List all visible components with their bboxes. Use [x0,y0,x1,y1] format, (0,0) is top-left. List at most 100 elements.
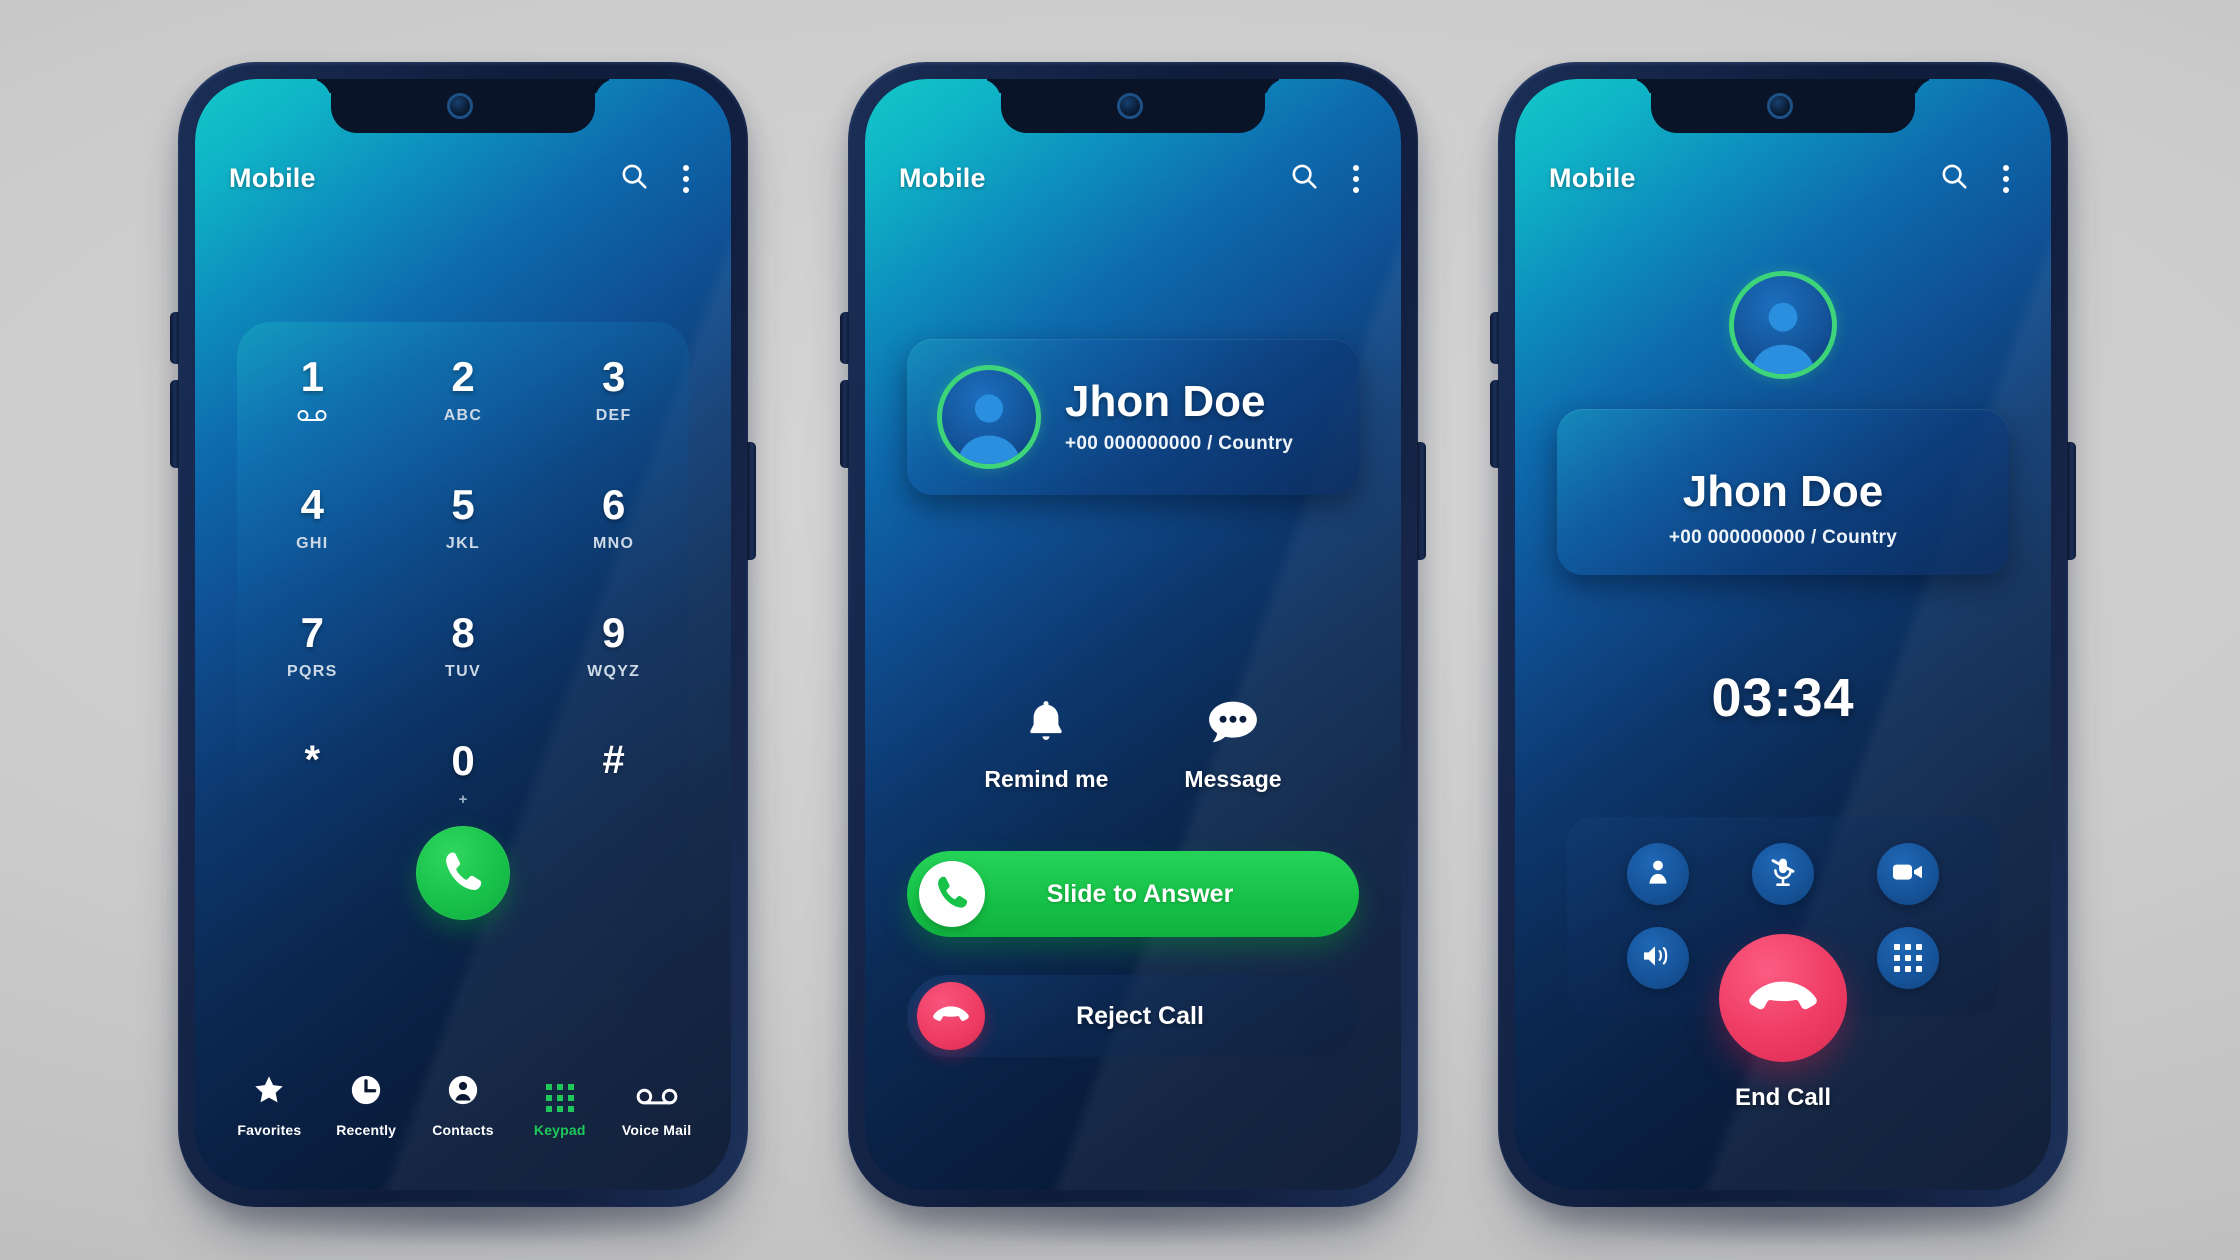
volume-up-button[interactable] [1490,312,1499,364]
tab-label: Keypad [533,1122,586,1138]
person-circle-icon [446,1073,480,1112]
keypad-dots-icon [545,1084,574,1112]
page-title: Mobile [1549,163,1636,193]
end-call-button[interactable] [1719,934,1847,1062]
dial-key-digit: 6 [601,481,626,528]
dial-key-6[interactable]: 6 MNO [538,468,689,596]
dial-key-4[interactable]: 4 GHI [237,468,388,596]
phone-handset-icon [440,848,486,899]
power-button[interactable] [1417,442,1426,560]
dial-key-8[interactable]: 8 TUV [388,596,539,724]
dial-key-digit: 7 [300,609,324,656]
search-icon[interactable] [1289,161,1319,196]
person-avatar-icon [1750,302,1816,374]
tab-label: Favorites [237,1122,302,1138]
caller-number: +00 000000000 / Country [1065,432,1294,454]
tab-recently[interactable]: Recently [318,1073,415,1138]
voicemail-icon [297,409,327,427]
dial-key-9[interactable]: 9 WQYZ [538,596,689,724]
reject-call-button[interactable]: Reject Call [907,975,1359,1057]
answer-label: Slide to Answer [1046,879,1234,908]
tab-voice-mail[interactable]: Voice Mail [608,1087,705,1138]
header-actions [1939,161,2017,196]
caller-card: Jhon Doe +00 000000000 / Country [1557,409,2009,575]
dialpad-panel: 1 2 ABC 3 DEF 4 GHI 5 JKL 6 MNO 7 PQRS 8… [237,322,689,982]
answer-knob[interactable] [919,861,985,927]
search-icon[interactable] [1939,161,1969,196]
header-actions [1289,161,1367,196]
front-camera-icon [447,93,473,119]
dial-key-1[interactable]: 1 [237,340,388,468]
dial-key-letters: JKL [445,535,481,552]
active-call-screen: Mobile Jhon Doe +00 000000000 / Country … [1515,79,2051,1190]
video-call-button[interactable] [1877,843,1940,905]
dial-key-hash[interactable]: # [538,724,689,852]
tab-contacts[interactable]: Contacts [415,1073,512,1138]
tab-favorites[interactable]: Favorites [221,1073,318,1138]
end-call-label: End Call [1734,1084,1831,1111]
volume-down-button[interactable] [840,380,849,468]
dialpad-grid: 1 2 ABC 3 DEF 4 GHI 5 JKL 6 MNO 7 PQRS 8… [237,340,689,852]
more-vertical-icon[interactable] [1995,163,2017,195]
clock-icon [349,1073,383,1112]
app-header: Mobile [195,161,731,196]
phone-notch [1001,79,1265,133]
dial-key-digit: 5 [451,481,475,528]
power-button[interactable] [747,442,756,560]
dial-key-2[interactable]: 2 ABC [388,340,539,468]
mic-muted-icon [1769,857,1797,892]
dial-key-letters: PQRS [287,663,338,680]
caller-number: +00 000000000 / Country [1668,527,1898,548]
remind-me-button[interactable]: Remind me [984,699,1108,793]
front-camera-icon [1767,93,1793,119]
chat-bubble-icon [1207,699,1259,750]
dial-key-digit: 4 [300,481,324,528]
dial-key-letters: ABC [443,407,483,424]
volume-up-button[interactable] [840,312,849,364]
bottom-tabbar: Favorites Recently Contacts Keypad Voice… [221,1073,705,1138]
keypad-screen: Mobile 1 2 ABC 3 DEF 4 GHI 5 JKL 6 MNO 7… [195,79,731,1190]
dial-key-letters: DEF [595,407,632,424]
voicemail-icon [636,1087,678,1112]
message-button[interactable]: Message [1184,699,1282,793]
dial-key-letters: TUV [445,663,481,680]
phone-notch [1651,79,1915,133]
caller-name: Jhon Doe [1065,377,1266,427]
volume-down-button[interactable] [1490,380,1499,468]
star-icon [252,1073,286,1112]
avatar [937,365,1041,469]
dial-key-letters: MNO [593,535,635,552]
app-header: Mobile [865,161,1401,196]
dial-key-7[interactable]: 7 PQRS [237,596,388,724]
volume-down-button[interactable] [170,380,179,468]
reject-knob[interactable] [917,982,985,1050]
dial-key-digit: # [602,738,625,782]
phone-screen-bezel: Mobile [865,79,1401,1190]
more-vertical-icon[interactable] [1345,163,1367,195]
call-button[interactable] [416,826,510,920]
app-header: Mobile [1515,161,2051,196]
tab-keypad[interactable]: Keypad [511,1084,608,1138]
volume-up-button[interactable] [170,312,179,364]
dial-key-digit: 2 [451,353,475,400]
header-actions [619,161,697,196]
caller-info: Jhon Doe +00 000000000 / Country [1065,379,1293,455]
search-icon[interactable] [619,161,649,196]
phone-notch [331,79,595,133]
dial-key-star[interactable]: * [237,724,388,852]
slide-to-answer-button[interactable]: Slide to Answer [907,851,1359,937]
dial-key-5[interactable]: 5 JKL [388,468,539,596]
incoming-call-screen: Mobile Jhon Doe +00 000000000 / Country … [865,79,1401,1190]
dial-key-3[interactable]: 3 DEF [538,340,689,468]
contact-person-button[interactable] [1626,843,1689,905]
mockup-stage: Mobile 1 2 ABC 3 DEF 4 GHI 5 JKL 6 MNO 7… [0,0,2240,1260]
more-vertical-icon[interactable] [675,163,697,195]
phone-screen-bezel: Mobile [1515,79,2051,1190]
caller-card: Jhon Doe +00 000000000 / Country [907,339,1359,495]
phone-hangup-icon [932,1003,970,1030]
person-avatar-icon [956,394,1022,464]
tab-label: Voice Mail [621,1122,692,1138]
contact-person-icon [1644,858,1672,891]
mute-microphone-button[interactable] [1751,843,1814,905]
power-button[interactable] [2067,442,2076,560]
